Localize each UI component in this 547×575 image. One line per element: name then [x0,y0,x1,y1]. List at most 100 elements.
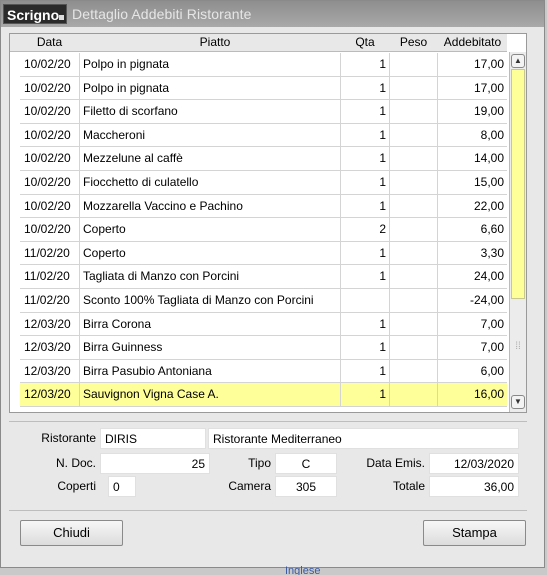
cell-addebitato: 22,00 [473,198,504,213]
divider-bottom [9,510,527,511]
cell-data: 10/02/20 [20,171,80,194]
cell-addebitato: 19,00 [473,104,504,119]
cell-qta: 1 [341,123,390,147]
table-row[interactable]: 10/02/20 Coperto 2 6,60 [20,218,507,242]
table-row[interactable]: 11/02/20 Coperto 1 3,30 [20,241,507,266]
cell-data: 11/02/20 [20,289,80,312]
cell-qta: 1 [341,100,390,124]
scrigno-logo: Scrigno [3,4,67,24]
table-row[interactable]: 10/02/20 Fiocchetto di culatello 1 15,00 [20,171,507,195]
cell-data: 10/02/20 [20,123,80,147]
column-header-piatto[interactable]: Piatto [90,35,340,49]
cell-peso [390,147,438,171]
column-header-addebitato[interactable]: Addebitato [438,35,507,49]
camera-field[interactable]: 305 [275,476,337,497]
cell-data: 11/02/20 [20,265,80,289]
cell-piatto: Polpo in pignata [80,53,341,76]
table-row[interactable]: 12/03/20 Birra Corona 1 7,00 [20,312,507,337]
cell-piatto: Birra Guinness [80,336,341,360]
ristorante-code-field[interactable]: DIRIS [100,428,206,449]
cell-peso [390,218,438,242]
cell-peso [390,265,438,289]
cell-addebitato: 3,30 [480,245,504,260]
cell-peso [390,312,438,336]
cell-peso [390,76,438,100]
cell-data: 10/02/20 [20,53,80,76]
cell-qta: 1 [341,194,390,218]
cell-qta: 1 [341,171,390,194]
column-header-data[interactable]: Data [10,35,89,49]
totale-field[interactable]: 36,00 [429,476,519,497]
cell-data: 10/02/20 [20,147,80,171]
data-emis-field[interactable]: 12/03/2020 [429,453,519,474]
cell-peso [390,383,438,407]
cell-piatto: Filetto di scorfano [80,100,341,124]
cell-addebitato: 14,00 [473,151,504,166]
cell-qta: 1 [341,241,390,265]
scroll-down-icon[interactable]: ▼ [511,395,525,409]
dettaglio-addebiti-window: Scrigno Dettaglio Addebiti Ristorante Da… [0,0,545,568]
cell-piatto: Coperto [80,218,341,242]
cell-peso [390,53,438,76]
cell-piatto: Fiocchetto di culatello [80,171,341,194]
table-row[interactable]: 12/03/20 Sauvignon Vigna Case A. 1 16,00 [20,383,507,407]
vertical-scrollbar[interactable]: ▲ ⁞⁞ ▼ [509,52,526,412]
ristorante-name-field[interactable]: Ristorante Mediterraneo [208,428,519,449]
coperti-field[interactable]: 0 [108,476,136,497]
cell-qta: 1 [341,53,390,76]
table-row[interactable]: 10/02/20 Filetto di scorfano 1 19,00 [20,100,507,124]
scroll-up-icon[interactable]: ▲ [511,54,525,68]
cell-qta: 2 [341,218,390,242]
column-header-qta[interactable]: Qta [341,35,389,49]
cell-data: 11/02/20 [20,241,80,265]
cell-piatto: Mozzarella Vaccino e Pachino [80,194,341,218]
cell-data: 10/02/20 [20,100,80,124]
cell-peso [390,289,438,312]
title-bar[interactable]: Scrigno Dettaglio Addebiti Ristorante [1,1,544,27]
cell-data: 12/03/20 [20,359,80,383]
table-row[interactable]: 10/02/20 Polpo in pignata 1 17,00 [20,76,507,101]
background-text: Inglese [285,565,321,575]
table-row[interactable]: 10/02/20 Polpo in pignata 1 17,00 [20,53,507,77]
scroll-thumb[interactable] [511,69,525,299]
cell-qta: 1 [341,312,390,336]
tipo-field[interactable]: C [275,453,337,474]
cell-qta [341,289,390,312]
cell-piatto: Tagliata di Manzo con Porcini [80,265,341,289]
cell-addebitato: -24,00 [469,293,504,307]
cell-data: 12/03/20 [20,383,80,407]
cell-piatto: Birra Pasubio Antoniana [80,359,341,383]
cell-addebitato: 17,00 [473,80,504,95]
cell-addebitato: 24,00 [473,269,504,284]
table-row[interactable]: 11/02/20 Sconto 100% Tagliata di Manzo co… [20,289,507,313]
cell-piatto: Sconto 100% Tagliata di Manzo con Porcin… [80,289,341,312]
cell-peso [390,359,438,383]
table-row[interactable]: 12/03/20 Birra Guinness 1 7,00 [20,336,507,360]
column-header-peso[interactable]: Peso [390,35,437,49]
totale-label: Totale [392,479,425,493]
cell-piatto: Mezzelune al caffè [80,147,341,171]
cell-peso [390,241,438,265]
cell-data: 10/02/20 [20,194,80,218]
cell-peso [390,100,438,124]
ristorante-label: Ristorante [41,431,96,445]
ndoc-label: N. Doc. [55,456,96,470]
divider [9,421,527,422]
data-emis-label: Data Emis. [366,456,425,470]
cell-qta: 1 [341,147,390,171]
cell-piatto: Maccheroni [80,123,341,147]
table-row[interactable]: 12/03/20 Birra Pasubio Antoniana 1 6,00 [20,359,507,384]
table-row[interactable]: 10/02/20 Mezzelune al caffè 1 14,00 [20,147,507,171]
cell-piatto: Birra Corona [80,312,341,336]
stampa-button[interactable]: Stampa [423,520,526,546]
cell-peso [390,194,438,218]
table-row[interactable]: 10/02/20 Mozzarella Vaccino e Pachino 1 22,… [20,194,507,219]
table-row[interactable]: 11/02/20 Tagliata di Manzo con Porcini 1 24… [20,265,507,289]
table-header: Data Piatto Qta Peso Addebitato [10,34,507,52]
table-row[interactable]: 10/02/20 Maccheroni 1 8,00 [20,123,507,148]
ndoc-field[interactable]: 25 [100,453,210,474]
chiudi-button[interactable]: Chiudi [20,520,123,546]
cell-qta: 1 [341,76,390,100]
logo-text: Scrigno [7,7,60,23]
cell-qta: 1 [341,336,390,360]
